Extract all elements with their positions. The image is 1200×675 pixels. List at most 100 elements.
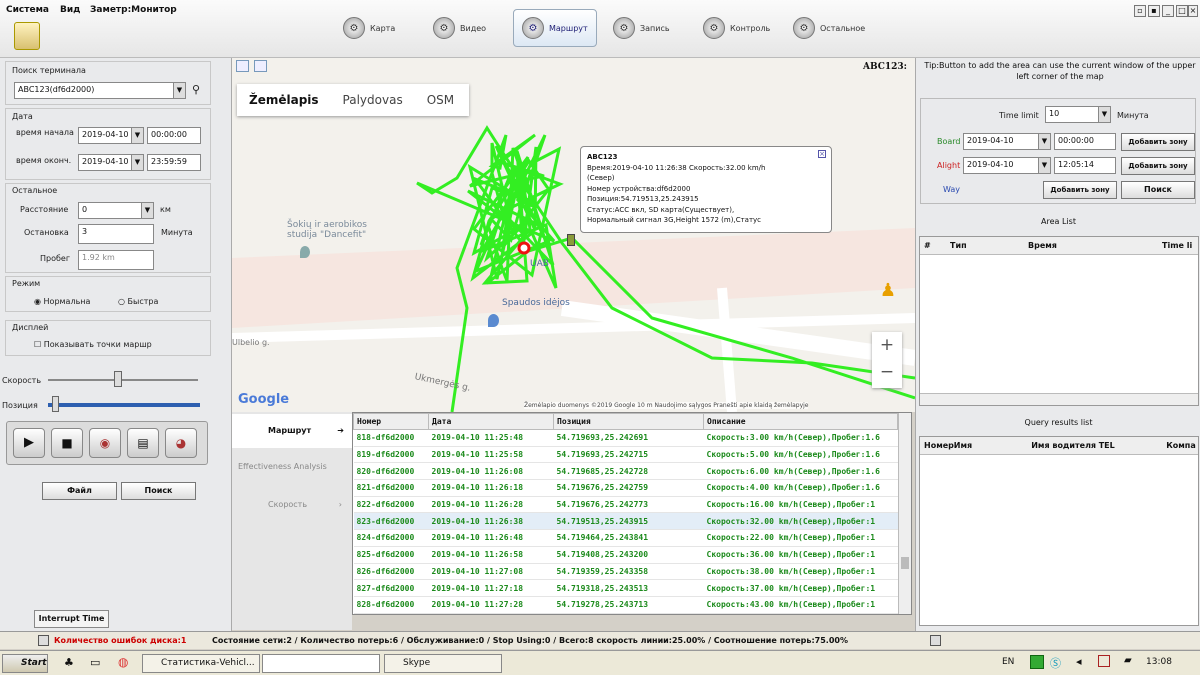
column-header[interactable]: # — [920, 237, 950, 254]
table-row[interactable]: 819-df6d2000 2019-04-10 11:25:58 54.719693… — [353, 446, 898, 464]
terminal-select[interactable]: ABC123(df6d2000) — [14, 82, 186, 99]
lock-icon[interactable]: ▪ — [1148, 5, 1160, 17]
table-row[interactable]: 823-df6d2000 2019-04-10 11:26:38 54.719513… — [353, 512, 898, 531]
chevron-down-icon[interactable]: ▼ — [173, 83, 185, 98]
table-row[interactable]: 824-df6d2000 2019-04-10 11:26:48 54.719464… — [353, 529, 898, 547]
table-row[interactable]: 818-df6d2000 2019-04-10 11:25:48 54.719693… — [353, 429, 898, 447]
column-header[interactable]: Дата — [428, 413, 554, 430]
table-row[interactable]: 828-df6d2000 2019-04-10 11:27:28 54.719278… — [353, 596, 898, 614]
nav-video-button[interactable]: ⚙ Видео — [425, 9, 494, 47]
expand-icon[interactable] — [930, 635, 941, 646]
fullscreen-icon[interactable] — [254, 60, 267, 72]
add-zone-button[interactable]: Добавить зону — [1043, 181, 1117, 199]
tab-map[interactable]: Žemėlapis — [237, 93, 331, 107]
maximize-icon[interactable]: □ — [1176, 5, 1188, 17]
explorer-icon[interactable]: ♣ — [64, 656, 74, 669]
table-row[interactable]: 822-df6d2000 2019-04-10 11:26:28 54.719676… — [353, 496, 898, 514]
table-row[interactable]: 827-df6d2000 2019-04-10 11:27:18 54.719318… — [353, 579, 898, 597]
taskbar-app-statistics[interactable]: Статистика-Vehicl... — [142, 654, 260, 673]
clear-icon[interactable]: ◕ — [165, 428, 197, 458]
tab-osm[interactable]: OSM — [415, 93, 466, 107]
column-header[interactable]: Тип — [950, 237, 1028, 254]
record-icon[interactable]: ◉ — [89, 428, 121, 458]
export-icon[interactable]: ▤ — [127, 428, 159, 458]
chevron-down-icon[interactable]: ▼ — [141, 203, 153, 218]
menu-view[interactable]: Вид — [60, 5, 80, 15]
table-scrollbar[interactable] — [898, 413, 911, 614]
chevron-down-icon[interactable]: ▼ — [131, 155, 143, 170]
vehicle-icon[interactable] — [567, 234, 575, 246]
file-button[interactable]: Файл — [42, 482, 117, 500]
tray-app-icon[interactable] — [1030, 655, 1044, 669]
search-button[interactable]: Поиск — [1121, 181, 1195, 199]
position-slider-track[interactable] — [48, 403, 200, 407]
nav-map-button[interactable]: ⚙ Карта — [335, 9, 403, 47]
column-header[interactable]: Имя — [954, 437, 1031, 454]
column-header[interactable]: Номер — [920, 437, 954, 454]
close-icon[interactable]: × — [818, 150, 826, 158]
search-button[interactable]: Поиск — [121, 482, 196, 500]
table-row[interactable]: 825-df6d2000 2019-04-10 11:26:58 54.719408… — [353, 546, 898, 564]
tab-efficiency[interactable]: Effectiveness Analysis — [232, 450, 352, 484]
start-time-input[interactable]: 00:00:00 — [147, 127, 201, 144]
add-zone-board-button[interactable]: Добавить зону — [1121, 133, 1195, 151]
add-zone-alight-button[interactable]: Добавить зону — [1121, 157, 1195, 175]
column-header[interactable]: TEL — [1099, 437, 1167, 454]
chevron-down-icon[interactable]: ▼ — [1038, 158, 1050, 173]
minimize-icon[interactable]: _ — [1162, 5, 1174, 17]
column-header[interactable]: Номер — [353, 413, 429, 430]
table-row[interactable]: 826-df6d2000 2019-04-10 11:27:08 54.719359… — [353, 563, 898, 581]
speed-slider-handle[interactable] — [114, 371, 122, 387]
tab-satellite[interactable]: Palydovas — [331, 93, 415, 107]
tab-speed[interactable]: Скорость › — [232, 488, 352, 522]
end-time-input[interactable]: 23:59:59 — [147, 154, 201, 171]
chevron-down-icon[interactable]: ▼ — [1038, 134, 1050, 149]
column-header[interactable]: Позиция — [553, 413, 704, 430]
map-view[interactable]: ABC123: Žemėlapis Palydovas OSM Šokių ir… — [232, 58, 915, 412]
table-row[interactable]: 821-df6d2000 2019-04-10 11:26:18 54.719676… — [353, 479, 898, 497]
nav-route-button[interactable]: ⚙ Маршрут — [513, 9, 597, 47]
column-header[interactable]: Time li — [1162, 237, 1198, 254]
folder-icon[interactable]: ▭ — [90, 656, 100, 669]
language-indicator[interactable]: EN — [1002, 657, 1014, 667]
start-button[interactable]: Start — [2, 654, 48, 673]
column-header[interactable]: Имя водителя — [1031, 437, 1099, 454]
play-icon[interactable]: ▶ — [13, 428, 45, 458]
stop-icon[interactable]: ■ — [51, 428, 83, 458]
interrupt-time-tab[interactable]: Interrupt Time — [34, 610, 109, 628]
network-icon[interactable] — [1098, 655, 1110, 667]
taskbar-app-skype[interactable]: Skype — [384, 654, 502, 673]
stop-input[interactable]: 3 — [78, 224, 154, 244]
speed-slider-track[interactable] — [48, 379, 198, 381]
zoom-in-icon[interactable]: + — [872, 332, 902, 359]
nav-control-button[interactable]: ⚙ Контроль — [695, 9, 778, 47]
area-list-scrollbar[interactable] — [920, 393, 1198, 405]
taskbar-app-current[interactable] — [262, 654, 380, 673]
column-header[interactable]: Компа — [1166, 437, 1198, 454]
search-icon[interactable]: ⚲ — [192, 83, 200, 96]
show-points-checkbox[interactable]: ☐ Показывать точки маршр — [34, 340, 152, 349]
position-slider-handle[interactable] — [52, 396, 59, 412]
table-row[interactable]: 820-df6d2000 2019-04-10 11:26:08 54.719685… — [353, 462, 898, 481]
board-time-input[interactable]: 00:00:00 — [1054, 133, 1116, 150]
start-marker-icon[interactable] — [517, 241, 531, 255]
menu-params[interactable]: Заметр:Монитор — [90, 5, 177, 15]
pegman-icon[interactable]: ♟ — [878, 280, 898, 308]
menu-system[interactable]: Система — [6, 5, 49, 15]
skype-icon[interactable]: Ⓢ — [1050, 655, 1061, 671]
alight-time-input[interactable]: 12:05:14 — [1054, 157, 1116, 174]
flag-icon[interactable]: ▰ — [1124, 655, 1132, 666]
mode-fast-radio[interactable]: ○ Быстра — [118, 297, 158, 306]
nav-record-button[interactable]: ⚙ Запись — [605, 9, 678, 47]
scrollbar-thumb[interactable] — [901, 557, 909, 569]
chevron-down-icon[interactable]: ▼ — [1098, 107, 1110, 122]
restore-icon[interactable]: ▫ — [1134, 5, 1146, 17]
column-header[interactable]: Описание — [703, 413, 898, 430]
column-header[interactable]: Время — [1028, 237, 1162, 254]
close-icon[interactable]: × — [1188, 5, 1198, 17]
zoom-box-icon[interactable] — [236, 60, 249, 72]
chevron-down-icon[interactable]: ▼ — [131, 128, 143, 143]
nav-other-button[interactable]: ⚙ Остальное — [785, 9, 873, 47]
mode-normal-radio[interactable]: ◉ Нормальна — [34, 297, 90, 306]
volume-icon[interactable]: ◂ — [1076, 655, 1082, 668]
